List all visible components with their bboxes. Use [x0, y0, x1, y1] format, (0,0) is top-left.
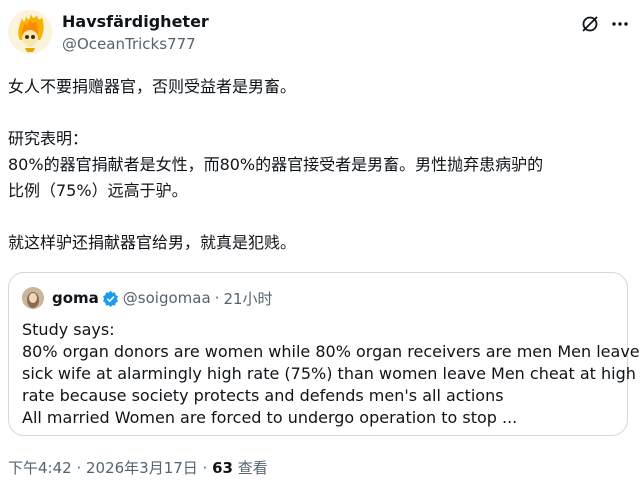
quoted-avatar-icon	[22, 287, 44, 309]
tweet-line: 女人不要捐赠器官，否则受益者是男畜。	[8, 77, 297, 96]
tweet-header: Havsfärdigheter @OceanTricks777	[8, 10, 634, 62]
author-display-name[interactable]: Havsfärdigheter	[62, 12, 209, 32]
tweet-line: 就这样驴还捐献器官给男，就真是犯贱。	[8, 233, 297, 252]
tweet-meta: 下午4:42 · 2026年3月17日 · 63 查看	[8, 458, 268, 478]
quoted-line: sick wife at alarmingly high rate (75%) …	[22, 364, 636, 383]
grok-button[interactable]	[580, 14, 600, 34]
quoted-line: All married Women are forced to undergo …	[22, 408, 518, 427]
tweet-timestamp[interactable]: 下午4:42 · 2026年3月17日 ·	[8, 459, 212, 477]
quoted-tweet-text: Study says: 80% organ donors are women w…	[22, 319, 640, 429]
quoted-time[interactable]: 21小时	[223, 288, 272, 309]
tweet-text: 女人不要捐赠器官，否则受益者是男畜。 研究表明： 80%的器官捐献者是女性，而8…	[8, 74, 634, 256]
quoted-author-avatar[interactable]	[22, 287, 44, 309]
quoted-line: Study says:	[22, 320, 115, 339]
more-options-icon	[612, 22, 628, 26]
quoted-author-handle[interactable]: @soigomaa	[123, 289, 211, 307]
author-names: Havsfärdigheter @OceanTricks777	[62, 12, 209, 54]
verified-badge-icon	[102, 290, 118, 307]
tweet-line: 研究表明：	[8, 129, 89, 148]
quoted-tweet-header: goma @soigomaa · 21小时	[22, 287, 273, 309]
views-label: 查看	[232, 459, 268, 477]
quoted-author-name[interactable]: goma	[52, 289, 99, 307]
grok-icon	[582, 16, 598, 32]
author-handle[interactable]: @OceanTricks777	[62, 34, 209, 54]
quoted-tweet[interactable]: goma @soigomaa · 21小时 Study says: 80% or…	[8, 272, 640, 436]
more-options-button[interactable]	[610, 14, 630, 34]
flaming-skull-icon	[8, 10, 52, 54]
quoted-line: rate because society protects and defend…	[22, 386, 504, 405]
separator-dot: ·	[214, 289, 220, 307]
views-count: 63	[212, 459, 233, 477]
tweet-line: 80%的器官捐献者是女性，而80%的器官接受者是男畜。男性抛弃患病驴的	[8, 155, 544, 174]
tweet-line: 比例（75%）远高于驴。	[8, 181, 188, 200]
author-avatar[interactable]	[8, 10, 52, 54]
quoted-line: 80% organ donors are women while 80% org…	[22, 342, 640, 361]
